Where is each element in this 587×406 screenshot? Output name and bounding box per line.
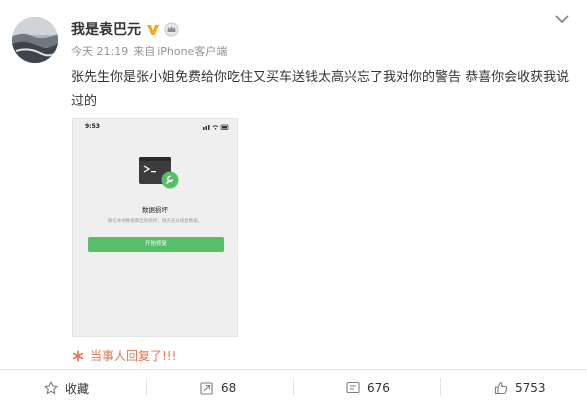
like-button[interactable]: 5753 (494, 376, 546, 400)
post-time[interactable]: 今天 21:19 (71, 43, 128, 59)
favorite-label: 收藏 (65, 381, 90, 396)
username[interactable]: 我是袁巴元 (71, 19, 141, 39)
comment-count: 676 (367, 381, 390, 395)
action-bar-divider (0, 369, 587, 370)
embedded-screenshot[interactable]: 9:53 数据损坏 微信本地数据库出现损坏，请点击以修复数据。 开始修复 (72, 118, 238, 337)
action-separator (293, 378, 294, 396)
reply-text[interactable]: 当事人回复了!!! (90, 347, 176, 364)
post-source[interactable]: iPhone客户端 (157, 43, 227, 59)
error-description: 微信本地数据库出现损坏，请点击以修复数据。 (107, 219, 203, 224)
status-bar-time: 9:53 (85, 123, 100, 130)
name-row: 我是袁巴元 (71, 20, 179, 38)
start-repair-button[interactable]: 开始修复 (88, 237, 224, 252)
favorite-button[interactable]: 收藏 (44, 376, 89, 400)
action-separator (146, 378, 147, 396)
weibo-post: 我是袁巴元 今天 21:19 来自 iPhone客户端 张先生你是张小姐免费给你… (0, 0, 587, 406)
comment-button[interactable]: 676 (346, 376, 390, 400)
chevron-down-icon[interactable] (555, 14, 569, 24)
star-icon (44, 381, 58, 395)
repost-icon (200, 382, 213, 395)
avatar[interactable] (12, 17, 58, 63)
like-count: 5753 (515, 381, 546, 395)
status-bar-icons (203, 124, 229, 130)
crown-icon[interactable] (164, 22, 179, 37)
action-separator (440, 378, 441, 396)
post-meta: 今天 21:19 来自 iPhone客户端 (71, 43, 227, 59)
vip-icon[interactable] (146, 22, 160, 36)
reply-link[interactable]: 当事人回复了!!! (72, 347, 176, 364)
like-icon (494, 381, 508, 395)
error-title: 数据损坏 (142, 206, 168, 214)
terminal-icon (139, 157, 179, 189)
reply-icon (72, 349, 84, 362)
repost-button[interactable]: 68 (200, 376, 236, 400)
source-prefix: 来自 (133, 45, 156, 58)
repost-count: 68 (221, 381, 237, 395)
comment-icon (346, 381, 360, 394)
post-text: 张先生你是张小姐免费给你吃住又买车送钱太高兴忘了我对你的警告 恭喜你会收获我说过… (71, 70, 570, 109)
